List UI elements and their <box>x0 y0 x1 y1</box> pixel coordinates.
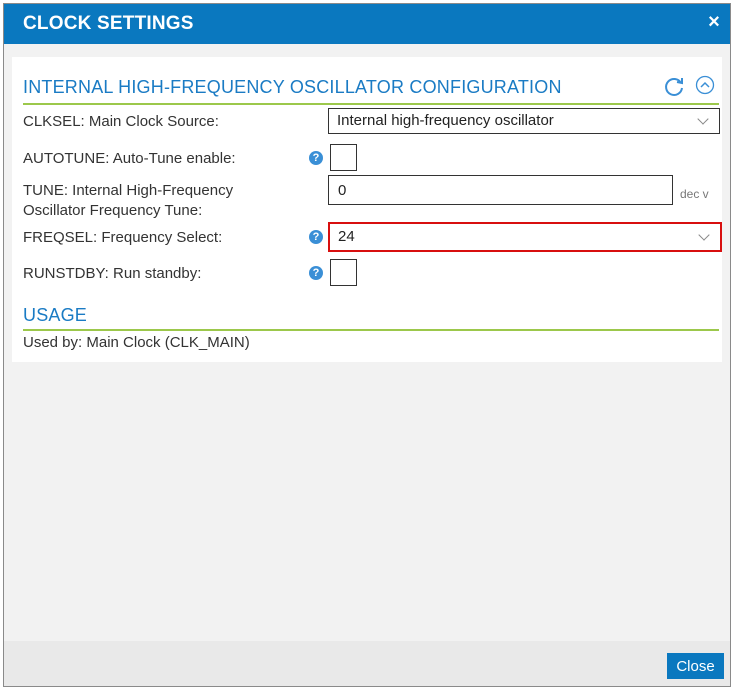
runstdby-label: RUNSTDBY: Run standby: <box>23 265 202 282</box>
usage-section-divider <box>23 329 719 331</box>
chevron-down-icon <box>697 113 709 125</box>
runstdby-checkbox[interactable] <box>330 259 357 286</box>
autotune-checkbox[interactable] <box>330 144 357 171</box>
dialog-title: CLOCK SETTINGS <box>23 13 194 34</box>
tune-label-line1: TUNE: Internal High-Frequency <box>23 182 234 199</box>
clksel-label: CLKSEL: Main Clock Source: <box>23 113 219 130</box>
tune-label-line2: Oscillator Frequency Tune: <box>23 202 203 219</box>
clksel-select[interactable]: Internal high-frequency oscillator <box>328 108 720 134</box>
config-section-divider <box>23 103 719 105</box>
tune-unit: dec v <box>680 187 709 201</box>
refresh-icon[interactable] <box>662 75 686 104</box>
autotune-label: AUTOTUNE: Auto-Tune enable: <box>23 150 236 167</box>
help-icon[interactable]: ? <box>309 230 323 244</box>
clksel-value: Internal high-frequency oscillator <box>337 112 554 129</box>
freqsel-value: 24 <box>338 228 355 245</box>
freqsel-select[interactable]: 24 <box>328 222 722 252</box>
usage-section-title: USAGE <box>23 305 88 325</box>
freqsel-label: FREQSEL: Frequency Select: <box>23 229 223 246</box>
dialog-footer <box>4 641 730 686</box>
help-icon[interactable]: ? <box>309 151 323 165</box>
config-section-title: INTERNAL HIGH-FREQUENCY OSCILLATOR CONFI… <box>23 77 562 97</box>
close-icon[interactable]: × <box>704 12 724 32</box>
help-icon[interactable]: ? <box>309 266 323 280</box>
dialog-content: INTERNAL HIGH-FREQUENCY OSCILLATOR CONFI… <box>12 57 722 362</box>
usage-text: Used by: Main Clock (CLK_MAIN) <box>23 334 250 351</box>
dialog-titlebar: CLOCK SETTINGS × <box>4 4 730 44</box>
chevron-down-icon <box>698 229 710 241</box>
close-button[interactable]: Close <box>667 653 724 679</box>
collapse-up-icon[interactable] <box>695 75 715 100</box>
clock-settings-dialog: CLOCK SETTINGS × INTERNAL HIGH-FREQUENCY… <box>3 3 731 687</box>
tune-input[interactable] <box>328 175 673 205</box>
